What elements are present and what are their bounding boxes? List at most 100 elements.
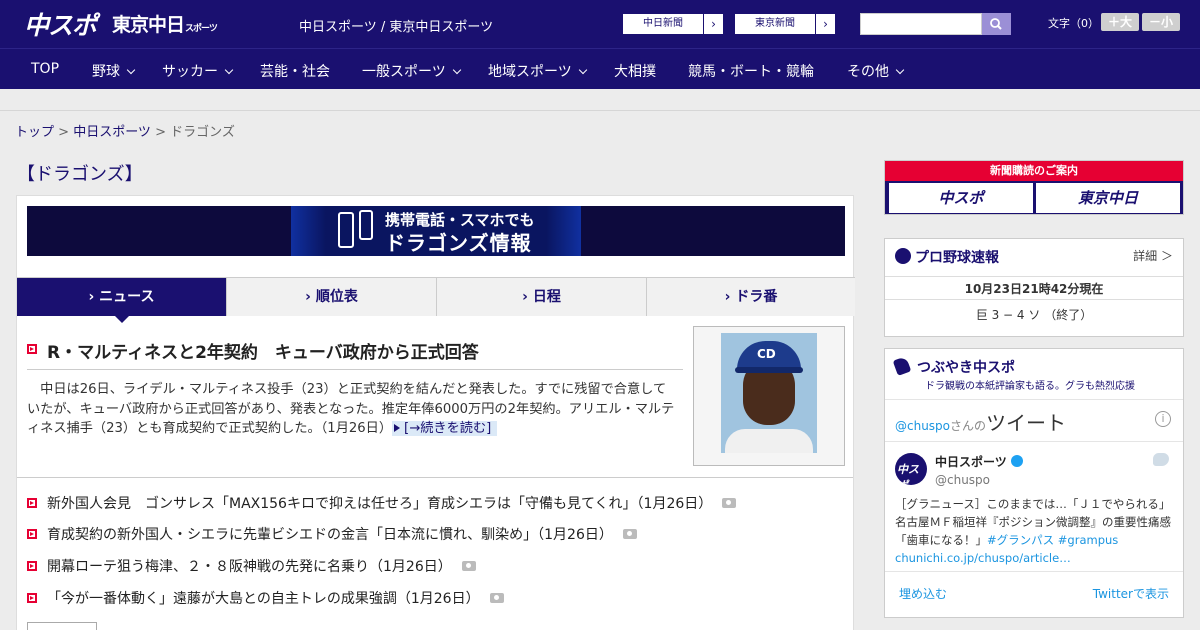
read-more-link[interactable]: [→続きを読む] bbox=[392, 421, 498, 436]
chunichi-shimbun-link[interactable]: 中日新聞 › bbox=[622, 13, 724, 35]
bullet-icon bbox=[27, 593, 37, 603]
tab-label: ドラ番 bbox=[735, 289, 778, 305]
tab-bar: › ニュース › 順位表 › 日程 › ドラ番 bbox=[17, 277, 855, 323]
news-item[interactable]: 新外国人会見 ゴンサレス「MAX156キロで抑えは任せろ」育成シエラは「守備も見… bbox=[47, 493, 737, 513]
divider bbox=[17, 477, 853, 478]
nav-item-baseball[interactable]: 野球 bbox=[92, 61, 136, 81]
nav-label: 野球 bbox=[92, 64, 120, 80]
bullet-icon bbox=[27, 561, 37, 571]
camera-icon bbox=[461, 561, 476, 571]
twitter-box: つぶやき中スポ ドラ観戦の本紙評論家も語る。グラも熱烈応援 @chuspoさんの… bbox=[884, 348, 1184, 618]
nav-item-racing[interactable]: 競馬・ボート・競輪 bbox=[688, 61, 814, 81]
tokyo-shimbun-link[interactable]: 東京新聞 › bbox=[734, 13, 836, 35]
news-item[interactable]: 開幕ローテ狙う梅津、２・８阪神戦の先発に名乗り（1月26日） bbox=[47, 556, 476, 576]
tweets-handle-link[interactable]: @chuspo bbox=[895, 419, 950, 433]
font-smaller-button[interactable]: －小 bbox=[1142, 13, 1180, 31]
top-header: 中スポ 東京中日スポーツ 中日スポーツ / 東京中日スポーツ 中日新聞 › 東京… bbox=[0, 0, 1200, 48]
lead-body-text: 中日は26日、ライデル・マルティネス投手（23）と正式契約を結んだと発表した。す… bbox=[27, 382, 675, 436]
search-button[interactable] bbox=[982, 13, 1011, 35]
page-title: 【ドラゴンズ】 bbox=[17, 164, 143, 185]
news-item[interactable]: 「今が一番体動く」遠藤が大島との自主トレの成果強調（1月26日） bbox=[47, 588, 504, 608]
twitter-box-subtitle: ドラ観戦の本紙評論家も語る。グラも熱烈応援 bbox=[925, 381, 1135, 392]
nav-label: 競馬・ボート・競輪 bbox=[688, 64, 814, 80]
nav-item-general-sports[interactable]: 一般スポーツ bbox=[362, 61, 461, 81]
baseball-detail-link[interactable]: 詳細 ＞ bbox=[1133, 247, 1173, 264]
font-larger-button[interactable]: ＋大 bbox=[1101, 13, 1139, 31]
news-headline: 開幕ローテ狙う梅津、２・８阪神戦の先発に名乗り（1月26日） bbox=[47, 559, 452, 575]
subscribe-chuspo-link[interactable]: 中スポ bbox=[889, 183, 1033, 213]
divider bbox=[885, 399, 1183, 400]
divider bbox=[27, 369, 683, 370]
breadcrumb: トップ > 中日スポーツ > ドラゴンズ bbox=[15, 121, 235, 140]
tweets-header: @chuspoさんのツイート bbox=[895, 407, 1066, 436]
divider bbox=[885, 441, 1183, 442]
twitter-box-title: つぶやき中スポ bbox=[917, 360, 1015, 376]
baseball-icon bbox=[895, 248, 911, 264]
tweet-link[interactable]: chunichi.co.jp/chuspo/article… bbox=[895, 551, 1071, 565]
chevron-down-icon bbox=[126, 65, 136, 75]
baseball-timestamp: 10月23日21時42分現在 bbox=[885, 276, 1183, 300]
avatar[interactable]: 中スポ bbox=[895, 453, 927, 485]
article-list-button[interactable] bbox=[27, 622, 97, 630]
nav-label: 一般スポーツ bbox=[362, 64, 446, 80]
tab-dora-ban[interactable]: › ドラ番 bbox=[647, 278, 855, 316]
baseball-scores-title: プロ野球速報 bbox=[915, 250, 999, 266]
photo-cap-bill bbox=[735, 367, 803, 373]
subscribe-tokyo-chunichi-link[interactable]: 東京中日 bbox=[1036, 183, 1180, 213]
main-panel: 携帯電話・スマホでも ドラゴンズ情報 › ニュース › 順位表 › 日程 › ド… bbox=[16, 195, 855, 630]
info-icon[interactable]: i bbox=[1155, 411, 1171, 427]
nav-label: サッカー bbox=[162, 64, 218, 80]
nav-item-entertainment[interactable]: 芸能・社会 bbox=[260, 61, 330, 81]
tweets-label: ツイート bbox=[986, 411, 1067, 435]
lead-photo-frame[interactable]: CD bbox=[693, 326, 845, 466]
main-nav: TOP 野球 サッカー 芸能・社会 一般スポーツ 地域スポーツ 大相撲 競馬・ボ… bbox=[0, 48, 1200, 89]
nav-item-top[interactable]: TOP bbox=[31, 61, 59, 77]
search-input[interactable] bbox=[860, 13, 982, 35]
news-headline: 育成契約の新外国人・シエラに先輩ビシエドの金言「日本流に慣れ、馴染め」（1月26… bbox=[47, 527, 613, 543]
bullet-icon bbox=[27, 498, 37, 508]
nav-item-other[interactable]: その他 bbox=[847, 61, 905, 81]
news-headline: 新外国人会見 ゴンサレス「MAX156キロで抑えは任せろ」育成シエラは「守備も見… bbox=[47, 496, 713, 512]
lead-headline[interactable]: R・マルティネスと2年契約 キューバ政府から正式回答 bbox=[47, 338, 479, 363]
banner-inner: 携帯電話・スマホでも ドラゴンズ情報 bbox=[291, 206, 581, 256]
camera-icon bbox=[489, 593, 504, 603]
baseball-score[interactable]: 巨 3 − 4 ソ （終了） bbox=[885, 301, 1183, 329]
bullet-icon bbox=[27, 529, 37, 539]
tweet-author-name[interactable]: 中日スポーツ bbox=[935, 453, 1023, 470]
chevron-down-icon bbox=[895, 65, 905, 75]
news-item[interactable]: 育成契約の新外国人・シエラに先輩ビシエドの金言「日本流に慣れ、馴染め」（1月26… bbox=[47, 524, 637, 544]
nav-item-local-sports[interactable]: 地域スポーツ bbox=[488, 61, 587, 81]
breadcrumb-sep: > bbox=[54, 125, 74, 140]
tokyo-chunichi-logo[interactable]: 東京中日スポーツ bbox=[112, 10, 218, 37]
twitter-bird-icon[interactable] bbox=[1153, 453, 1169, 466]
tab-news[interactable]: › ニュース bbox=[17, 278, 227, 323]
tab-label: ニュース bbox=[99, 289, 155, 305]
camera-icon bbox=[722, 498, 737, 508]
tab-standings[interactable]: › 順位表 bbox=[227, 278, 437, 316]
tokyo-logo-text: 東京中日 bbox=[112, 14, 185, 36]
news-headline: 「今が一番体動く」遠藤が大島との自主トレの成果強調（1月26日） bbox=[47, 591, 480, 607]
megaphone-icon bbox=[892, 356, 912, 376]
nav-item-sumo[interactable]: 大相撲 bbox=[614, 61, 656, 81]
breadcrumb-chunichi-sports[interactable]: 中日スポーツ bbox=[73, 125, 151, 140]
chuspo-logo[interactable]: 中スポ bbox=[24, 6, 97, 42]
embed-link[interactable]: 埋め込む bbox=[899, 585, 947, 602]
tab-schedule[interactable]: › 日程 bbox=[437, 278, 647, 316]
nav-label: 芸能・社会 bbox=[260, 64, 330, 80]
nav-label: 地域スポーツ bbox=[488, 64, 572, 80]
mobile-banner[interactable]: 携帯電話・スマホでも ドラゴンズ情報 bbox=[27, 206, 845, 256]
bullet-icon bbox=[27, 344, 37, 354]
view-on-twitter-link[interactable]: Twitterで表示 bbox=[1093, 585, 1169, 602]
breadcrumb-top[interactable]: トップ bbox=[15, 125, 54, 140]
tokyo-logo-small: スポーツ bbox=[185, 24, 218, 34]
cap-logo-icon: CD bbox=[757, 347, 776, 361]
nav-item-soccer[interactable]: サッカー bbox=[162, 61, 234, 81]
phone-icon bbox=[338, 212, 354, 248]
photo-jersey bbox=[725, 429, 813, 453]
tweet-hashtags[interactable]: #グランパス #grampus bbox=[987, 533, 1118, 547]
chevron-down-icon bbox=[224, 65, 234, 75]
baseball-scores-box: プロ野球速報 詳細 ＞ 10月23日21時42分現在 巨 3 − 4 ソ （終了… bbox=[884, 238, 1184, 337]
chunichi-shimbun-label: 中日新聞 bbox=[643, 18, 683, 29]
tweet-author-handle[interactable]: @chuspo bbox=[935, 473, 990, 487]
tweet-author-label: 中日スポーツ bbox=[935, 455, 1007, 469]
